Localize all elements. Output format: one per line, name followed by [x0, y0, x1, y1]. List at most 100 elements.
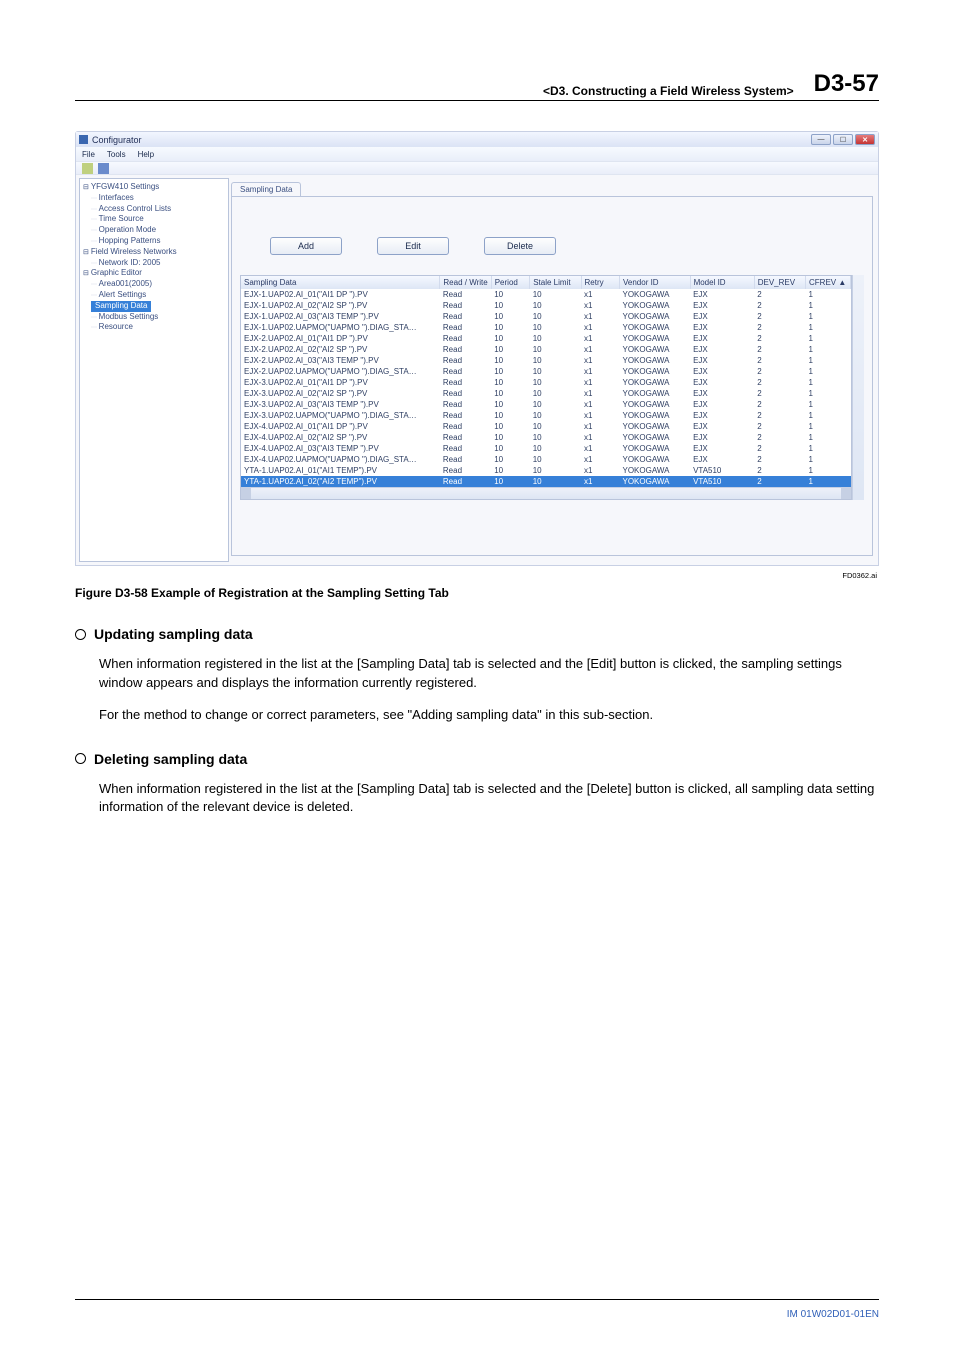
- table-row[interactable]: EJX-2.UAP02.AI_03("AI3 TEMP ").PVRead101…: [241, 355, 851, 366]
- close-button[interactable]: ✕: [855, 134, 875, 145]
- tree-root[interactable]: YFGW410 Settings: [83, 182, 225, 193]
- toolbar: [76, 161, 878, 175]
- table-row[interactable]: EJX-1.UAP02.AI_03("AI3 TEMP ").PVRead10 1…: [241, 311, 851, 322]
- tree-item[interactable]: Area001(2005): [83, 279, 225, 290]
- tree-item[interactable]: Interfaces: [83, 193, 225, 204]
- data-table[interactable]: Sampling DataRead / WritePeriodStale Lim…: [240, 275, 852, 500]
- menu-file[interactable]: File: [82, 150, 95, 159]
- table-cell: x1: [581, 410, 619, 421]
- table-cell: x1: [581, 454, 619, 465]
- tree-item-selected[interactable]: Sampling Data: [83, 301, 225, 312]
- table-row[interactable]: EJX-1.UAP02.AI_02("AI2 SP ").PVRead1010x…: [241, 300, 851, 311]
- tree-item[interactable]: Modbus Settings: [83, 312, 225, 323]
- table-cell: EJX: [690, 388, 754, 399]
- table-row[interactable]: EJX-4.UAP02.AI_03("AI3 TEMP ").PVRead101…: [241, 443, 851, 454]
- table-cell: 10: [530, 344, 581, 355]
- maximize-button[interactable]: ☐: [833, 134, 853, 145]
- table-cell: Read: [440, 399, 491, 410]
- table-cell: 10: [491, 322, 529, 333]
- table-row[interactable]: EJX-2.UAP02.UAPMO("UAPMO ").DIAG_STA…Rea…: [241, 366, 851, 377]
- delete-button[interactable]: Delete: [484, 237, 556, 255]
- table-cell: 10: [491, 311, 529, 322]
- table-row[interactable]: YTA-1.UAP02.AI_02("AI2 TEMP").PVRead1010…: [241, 476, 851, 487]
- titlebar[interactable]: Configurator — ☐ ✕: [76, 132, 878, 147]
- tree-item[interactable]: Alert Settings: [83, 290, 225, 301]
- table-cell: 1: [806, 311, 851, 322]
- menu-bar[interactable]: File Tools Help: [76, 147, 878, 161]
- table-cell: EJX: [690, 300, 754, 311]
- table-row[interactable]: EJX-4.UAP02.AI_02("AI2 SP ").PVRead1010x…: [241, 432, 851, 443]
- table-row[interactable]: EJX-3.UAP02.AI_03("AI3 TEMP ").PVRead101…: [241, 399, 851, 410]
- table-cell: 2: [754, 443, 805, 454]
- tree-item[interactable]: Access Control Lists: [83, 204, 225, 215]
- bullet-circle-icon: [75, 629, 86, 640]
- tree-item[interactable]: Time Source: [83, 214, 225, 225]
- table-cell: 10: [530, 454, 581, 465]
- table-cell: Read: [440, 476, 491, 487]
- edit-button[interactable]: Edit: [377, 237, 449, 255]
- table-row[interactable]: YTA-1.UAP02.AI_01("AI1 TEMP").PVRead1010…: [241, 465, 851, 476]
- table-cell: Read: [440, 311, 491, 322]
- column-header[interactable]: Stale Limit: [530, 276, 581, 289]
- table-row[interactable]: EJX-2.UAP02.AI_02("AI2 SP ").PVRead1010x…: [241, 344, 851, 355]
- table-cell: YOKOGAWA: [620, 476, 691, 487]
- toolbar-icon-2[interactable]: [98, 163, 109, 174]
- column-header[interactable]: CFREV ▲: [806, 276, 851, 289]
- table-cell: x1: [581, 432, 619, 443]
- table-cell: Read: [440, 388, 491, 399]
- table-cell: EJX: [690, 421, 754, 432]
- table-cell: 10: [491, 410, 529, 421]
- tab-sampling-data[interactable]: Sampling Data: [231, 182, 301, 196]
- table-row[interactable]: EJX-3.UAP02.UAPMO("UAPMO ").DIAG_STA…Rea…: [241, 410, 851, 421]
- table-cell: x1: [581, 421, 619, 432]
- tree-ge[interactable]: Graphic Editor: [83, 268, 225, 279]
- table-row[interactable]: EJX-3.UAP02.AI_01("AI1 DP ").PVRead1010x…: [241, 377, 851, 388]
- column-header[interactable]: Vendor ID: [620, 276, 691, 289]
- column-header[interactable]: Model ID: [690, 276, 754, 289]
- table-cell: 10: [530, 388, 581, 399]
- tree-fwn[interactable]: Field Wireless Networks: [83, 247, 225, 258]
- menu-tools[interactable]: Tools: [107, 150, 126, 159]
- table-cell: x1: [581, 377, 619, 388]
- table-cell: EJX-3.UAP02.AI_03("AI3 TEMP ").PV: [241, 399, 440, 410]
- add-button[interactable]: Add: [270, 237, 342, 255]
- bullet-circle-icon: [75, 753, 86, 764]
- table-row[interactable]: EJX-4.UAP02.AI_01("AI1 DP ").PVRead1010x…: [241, 421, 851, 432]
- table-cell: EJX-1.UAP02.AI_03("AI3 TEMP ").PV: [241, 311, 440, 322]
- menu-help[interactable]: Help: [138, 150, 154, 159]
- table-cell: Read: [440, 443, 491, 454]
- breadcrumb: <D3. Constructing a Field Wireless Syste…: [543, 84, 794, 98]
- table-row[interactable]: EJX-1.UAP02.UAPMO("UAPMO ").DIAG_STA…Rea…: [241, 322, 851, 333]
- column-header[interactable]: DEV_REV: [754, 276, 805, 289]
- table-cell: YOKOGAWA: [620, 410, 691, 421]
- toolbar-icon-1[interactable]: [82, 163, 93, 174]
- table-cell: 10: [530, 465, 581, 476]
- table-row[interactable]: EJX-1.UAP02.AI_01("AI1 DP ").PVRead1010x…: [241, 289, 851, 300]
- table-row[interactable]: EJX-3.UAP02.AI_02("AI2 SP ").PVRead1010x…: [241, 388, 851, 399]
- table-row[interactable]: EJX-2.UAP02.AI_01("AI1 DP ").PVRead1010x…: [241, 333, 851, 344]
- tree-item[interactable]: Hopping Patterns: [83, 236, 225, 247]
- tree-item[interactable]: Operation Mode: [83, 225, 225, 236]
- table-cell: 10: [530, 421, 581, 432]
- table-cell: 10: [491, 388, 529, 399]
- footer-rule: [75, 1299, 879, 1300]
- column-header[interactable]: Period: [491, 276, 529, 289]
- horizontal-scrollbar[interactable]: [241, 487, 851, 499]
- minimize-button[interactable]: —: [811, 134, 831, 145]
- tree-item[interactable]: Resource: [83, 322, 225, 333]
- table-cell: 1: [806, 476, 851, 487]
- column-header[interactable]: Sampling Data: [241, 276, 440, 289]
- table-cell: EJX: [690, 377, 754, 388]
- column-header[interactable]: Retry: [581, 276, 619, 289]
- table-cell: x1: [581, 322, 619, 333]
- table-cell: x1: [581, 300, 619, 311]
- navigation-tree[interactable]: YFGW410 Settings Interfaces Access Contr…: [79, 178, 229, 562]
- column-header[interactable]: Read / Write: [440, 276, 491, 289]
- vertical-scrollbar[interactable]: [852, 275, 864, 500]
- tree-item[interactable]: Network ID: 2005: [83, 258, 225, 269]
- figure-caption: Figure D3-58 Example of Registration at …: [75, 586, 879, 600]
- table-row[interactable]: EJX-4.UAP02.UAPMO("UAPMO ").DIAG_STA…Rea…: [241, 454, 851, 465]
- table-cell: x1: [581, 399, 619, 410]
- table-cell: 2: [754, 311, 805, 322]
- table-cell: YOKOGAWA: [620, 454, 691, 465]
